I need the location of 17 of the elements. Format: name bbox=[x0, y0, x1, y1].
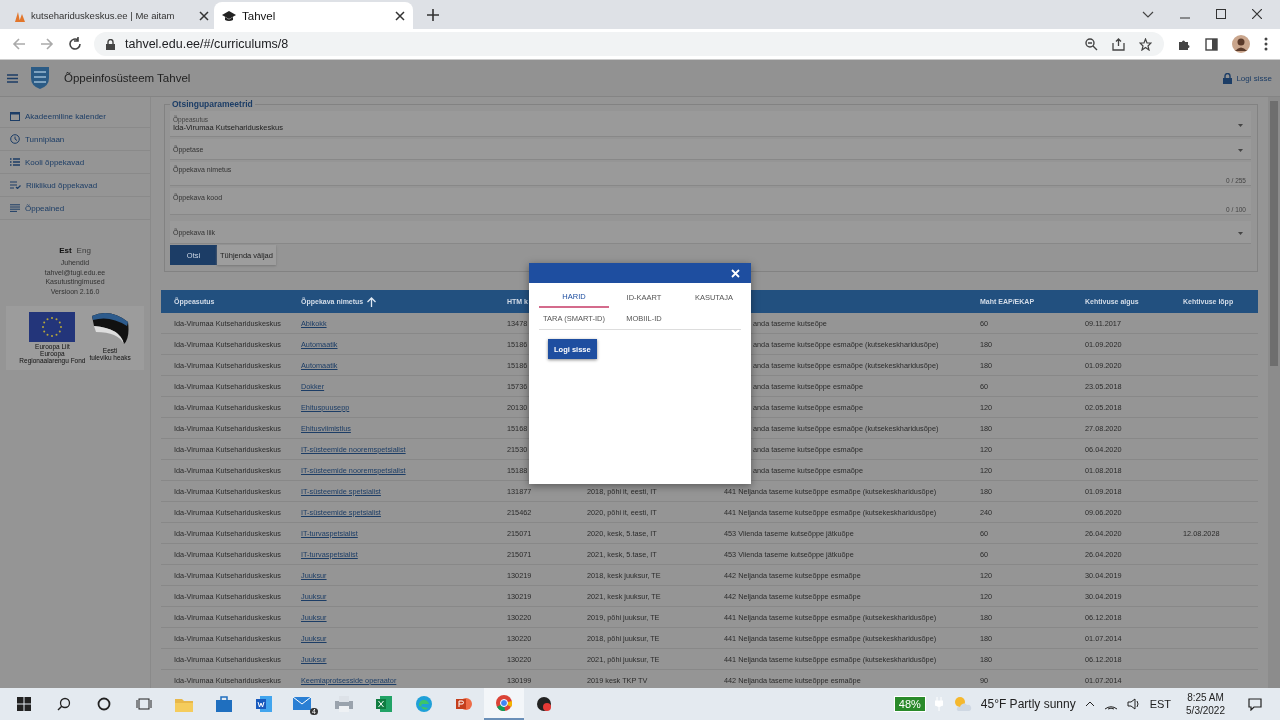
app-title: Õppeinfosüsteem Tahvel bbox=[64, 72, 191, 84]
browser-tab[interactable]: kutsehariduskeskus.ee | Me aitam bbox=[8, 2, 214, 29]
language-indicator[interactable]: EST bbox=[1149, 698, 1172, 710]
language-link[interactable]: Eng bbox=[76, 246, 91, 255]
language-link[interactable]: Est bbox=[59, 246, 72, 255]
battery-indicator[interactable]: 48% bbox=[893, 696, 926, 712]
weather-text[interactable]: 45°F Partly sunny bbox=[980, 697, 1076, 711]
browser-tab[interactable]: Tahvel bbox=[214, 2, 413, 29]
sidebar-item[interactable]: Riiklikud õppekavad bbox=[0, 174, 150, 197]
sidebar-item[interactable]: Õppeained bbox=[0, 197, 150, 220]
panel-legend: Otsinguparameetrid bbox=[170, 99, 255, 109]
sidebar-item[interactable]: Akadeemiline kalender bbox=[0, 105, 150, 128]
clock[interactable]: 8:25 AM 5/3/2022 bbox=[1186, 691, 1225, 717]
sidebar-item[interactable]: Kooli õppekavad bbox=[0, 151, 150, 174]
login-link[interactable]: Logi sisse bbox=[1236, 73, 1272, 83]
sidebar-item[interactable]: Tunniplaan bbox=[0, 128, 150, 151]
address-field[interactable]: tahvel.edu.ee/#/curriculums/8 bbox=[94, 32, 1164, 56]
